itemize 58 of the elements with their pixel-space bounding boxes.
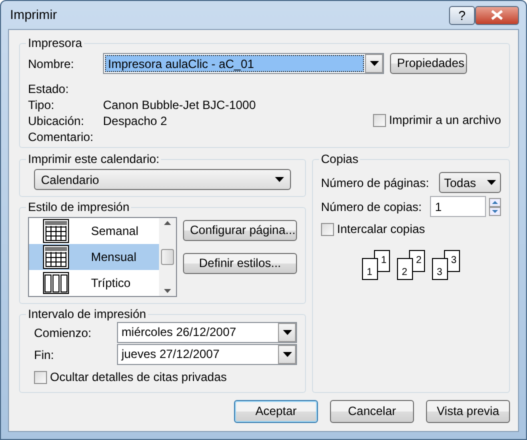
scrollbar[interactable]	[159, 218, 176, 296]
printer-select[interactable]: Impresora aulaClic - aC_01	[103, 53, 384, 74]
spin-button[interactable]	[489, 198, 501, 216]
close-button[interactable]	[475, 6, 519, 24]
dropdown-button[interactable]	[365, 54, 383, 73]
field-label: Nombre:	[28, 56, 76, 72]
field-label: Número de copias:	[321, 198, 422, 216]
field-label: Fin:	[33, 346, 56, 364]
three-column-icon	[43, 272, 69, 294]
field-label: Número de páginas:	[321, 174, 430, 192]
group-label: Impresora	[27, 36, 84, 50]
window-title: Imprimir	[9, 6, 57, 24]
dropdown-button[interactable]	[278, 323, 296, 342]
calendar-grid-icon	[43, 245, 69, 269]
list-item[interactable]: Semanal	[29, 218, 159, 244]
field-label: Estado:	[28, 81, 70, 96]
print-to-file-checkbox[interactable]: Imprimir a un archivo	[372, 112, 501, 128]
calendar-select[interactable]: Calendario	[34, 169, 291, 190]
field-value: Despacho 2	[103, 113, 168, 128]
field-label: Comienzo:	[33, 324, 92, 342]
caret-icon	[370, 61, 378, 66]
collate-checkbox[interactable]: Intercalar copias	[321, 220, 501, 238]
dialog-button[interactable]: Cancelar	[330, 400, 414, 423]
collate-pages-drawing: 1 1	[362, 250, 390, 281]
scroll-thumb[interactable]	[161, 249, 174, 265]
scroll-down-icon[interactable]	[164, 289, 171, 293]
field-value: Canon Bubble-Jet BJC-1000	[103, 97, 256, 112]
list-item[interactable]: Mensual	[29, 244, 159, 270]
scroll-up-icon[interactable]	[164, 221, 171, 225]
caret-icon	[282, 330, 292, 335]
caret-icon	[487, 180, 496, 185]
close-icon	[491, 10, 503, 20]
group-label: Imprimir este calendario:	[27, 152, 160, 166]
dropdown-button[interactable]	[278, 345, 296, 364]
caret-icon	[282, 352, 292, 357]
style-button[interactable]: Definir estilos...	[183, 253, 297, 274]
help-button[interactable]: ?	[449, 6, 475, 24]
field-label: Comentario:	[28, 129, 94, 144]
group-label: Intervalo de impresión	[27, 307, 148, 321]
date-select[interactable]: miércoles 26/12/2007	[117, 322, 297, 343]
style-button[interactable]: Configurar página...	[183, 220, 297, 241]
field-label: Tipo:	[28, 97, 56, 112]
properties-button[interactable]: Propiedades	[390, 53, 467, 74]
dialog-button[interactable]: Vista previa	[426, 400, 510, 423]
hide-private-checkbox[interactable]: Ocultar detalles de citas privadas	[28, 368, 297, 386]
date-select[interactable]: jueves 27/12/2007	[117, 344, 297, 365]
dialog-button[interactable]: Aceptar	[234, 400, 318, 423]
field-label: Ubicación:	[28, 113, 86, 128]
group-label: Copias	[320, 152, 360, 166]
style-list[interactable]: Semanal Mensual Tríptico	[28, 217, 177, 297]
list-item[interactable]: Tríptico	[29, 270, 159, 296]
copies-field[interactable]: 1	[430, 196, 486, 217]
collate-pages-drawing: 3 3	[432, 250, 460, 281]
pages-select[interactable]: Todas	[439, 172, 501, 193]
calendar-grid-icon	[43, 219, 69, 243]
group-label: Estilo de impresión	[27, 200, 130, 214]
collate-pages-drawing: 2 2	[396, 250, 426, 281]
caret-icon	[275, 177, 284, 182]
